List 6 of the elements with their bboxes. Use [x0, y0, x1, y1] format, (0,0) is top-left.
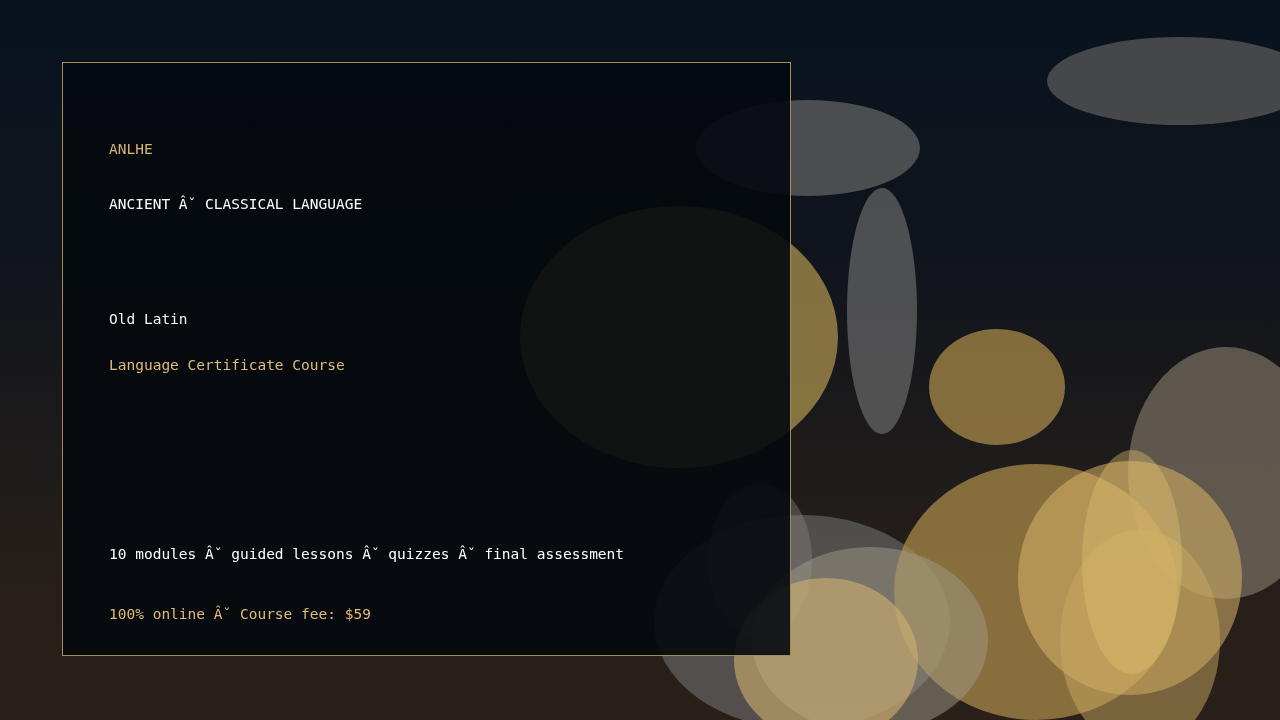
course-price: 100% online Âˇ Course fee: $59 [109, 604, 371, 624]
course-subtitle: Language Certificate Course [109, 356, 345, 375]
course-title: Old Latin [109, 310, 188, 329]
course-details: 10 modules Âˇ guided lessons Âˇ quizzes Âˇ final assessment [109, 544, 625, 564]
brand-name: ANLHE [109, 140, 153, 159]
category-label: ANCIENT Âˇ CLASSICAL LANGUAGE [109, 194, 363, 214]
